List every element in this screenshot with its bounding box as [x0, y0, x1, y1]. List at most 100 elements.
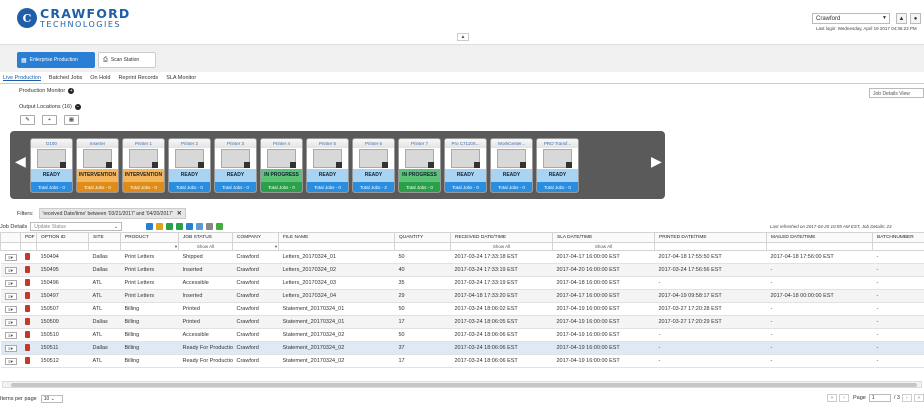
reload-icon[interactable]	[216, 223, 223, 230]
table-row[interactable]: ≡▾ 150496 ATL Print Letters Accessible Crawfo…	[0, 276, 924, 290]
row-menu-cell[interactable]: ≡▾	[0, 315, 21, 329]
collapse-circle-icon[interactable]: −	[74, 104, 81, 110]
row-menu-icon[interactable]: ≡▾	[4, 305, 17, 313]
column-filter[interactable]: Show All	[450, 242, 553, 251]
row-menu-icon[interactable]: ≡▾	[4, 279, 17, 287]
carousel-next-icon[interactable]: ▶	[651, 153, 662, 170]
row-menu-icon[interactable]: ≡▾	[4, 266, 17, 274]
column-header[interactable]: JOB STATUS	[178, 232, 233, 243]
add-circle-icon[interactable]: +	[68, 88, 75, 94]
location-card[interactable]: Pro C7110X... READY Total Jobs - 0	[444, 138, 487, 193]
add-icon[interactable]: +	[42, 115, 57, 125]
row-menu-cell[interactable]: ≡▾	[0, 354, 21, 368]
pdf-cell[interactable]	[20, 315, 37, 329]
location-card[interactable]: Printer 1 INTERVENTION Total Jobs - 0	[122, 138, 165, 193]
subnav-live-production[interactable]: Live Production	[3, 75, 41, 81]
column-header[interactable]: COMPANY	[232, 232, 279, 243]
subnav-reprint-records[interactable]: Reprint Records	[118, 75, 158, 81]
row-menu-icon[interactable]: ≡▾	[4, 292, 17, 300]
location-card[interactable]: WorkCenter... READY Total Jobs - 0	[490, 138, 533, 193]
column-header[interactable]: SLA DATE/TIME	[552, 232, 655, 243]
columns-icon[interactable]	[186, 223, 193, 230]
horizontal-scrollbar[interactable]	[2, 381, 922, 388]
user-select[interactable]: Crawford ▼	[812, 13, 890, 24]
column-header[interactable]: SITE	[88, 232, 121, 243]
subnav-sla-monitor[interactable]: SLA Monitor	[166, 75, 196, 81]
print-icon[interactable]	[196, 223, 203, 230]
column-filter[interactable]	[88, 242, 121, 251]
row-menu-cell[interactable]: ≡▾	[0, 250, 21, 264]
filter-icon[interactable]	[156, 223, 163, 230]
column-filter[interactable]	[654, 242, 767, 251]
column-header[interactable]: RECEIVED DATE/TIME	[450, 232, 553, 243]
table-row[interactable]: ≡▾ 150507 ATL Billing Printed Crawford Stateme…	[0, 302, 924, 316]
column-filter[interactable]: Show All	[552, 242, 655, 251]
column-filter[interactable]	[278, 242, 395, 251]
table-row[interactable]: ≡▾ 150510 ATL Billing Accessible Crawford Stat…	[0, 328, 924, 342]
row-menu-icon[interactable]: ≡▾	[4, 357, 17, 365]
pdf-cell[interactable]	[20, 341, 37, 355]
pdf-cell[interactable]	[20, 276, 37, 290]
column-filter[interactable]	[36, 242, 89, 251]
column-header[interactable]: FILE NAME	[278, 232, 395, 243]
table-row[interactable]: ≡▾ 150511 Dallas Billing Ready For Productio…	[0, 341, 924, 355]
pdf-cell[interactable]	[20, 263, 37, 277]
refresh-icon[interactable]	[206, 223, 213, 230]
location-card[interactable]: PRO Transf... READY Total Jobs - 0	[536, 138, 579, 193]
pdf-icon[interactable]	[24, 330, 30, 338]
pdf-icon[interactable]	[24, 343, 30, 351]
table-row[interactable]: ≡▾ 150512 ATL Billing Ready For Production Cr…	[0, 354, 924, 368]
pdf-icon[interactable]	[24, 304, 30, 312]
column-filter[interactable]: ▼	[120, 242, 179, 251]
column-filter[interactable]	[872, 242, 924, 251]
table-row[interactable]: ≡▾ 150497 ATL Print Letters Inserted Crawford…	[0, 289, 924, 303]
last-page-icon[interactable]: »	[914, 394, 924, 402]
row-menu-cell[interactable]: ≡▾	[0, 289, 21, 303]
pdf-cell[interactable]	[20, 328, 37, 342]
row-menu-icon[interactable]: ≡▾	[4, 331, 17, 339]
page-input[interactable]: 1	[868, 394, 891, 402]
close-icon[interactable]: ✕	[177, 210, 182, 217]
collapse-header-button[interactable]: ▲	[457, 33, 469, 41]
update-status-select[interactable]: Update Status ⌄	[30, 222, 123, 231]
grid-settings-icon[interactable]	[146, 223, 153, 230]
row-menu-cell[interactable]: ≡▾	[0, 341, 21, 355]
pdf-icon[interactable]	[24, 317, 30, 325]
column-header[interactable]: QUANTITY	[394, 232, 451, 243]
pdf-icon[interactable]	[24, 252, 30, 260]
column-header[interactable]	[0, 232, 21, 243]
row-menu-cell[interactable]: ≡▾	[0, 328, 21, 342]
table-row[interactable]: ≡▾ 150509 Dallas Billing Printed Crawford Stat…	[0, 315, 924, 329]
location-card[interactable]: Printer 7 IN PROGRESS Total Jobs - 0	[398, 138, 441, 193]
pdf-icon[interactable]	[24, 356, 30, 364]
column-filter[interactable]	[0, 242, 21, 251]
pdf-cell[interactable]	[20, 302, 37, 316]
items-per-page-select[interactable]: 10 ⌄	[40, 394, 63, 403]
pdf-cell[interactable]	[20, 250, 37, 264]
alert-icon[interactable]: ▲	[896, 13, 907, 24]
location-card[interactable]: Printer 6 READY Total Jobs - 2	[352, 138, 395, 193]
user-icon[interactable]: ●	[910, 13, 921, 24]
table-row[interactable]: ≡▾ 150495 Dallas Print Letters Inserted Crawf…	[0, 263, 924, 277]
table-row[interactable]: ≡▾ 150494 Dallas Print Letters Shipped Crawfo…	[0, 250, 924, 264]
first-page-icon[interactable]: «	[827, 394, 838, 402]
next-page-icon[interactable]: ›	[902, 394, 912, 402]
column-filter[interactable]	[766, 242, 873, 251]
location-card[interactable]: Printer 3 READY Total Jobs - 0	[214, 138, 257, 193]
column-filter[interactable]	[394, 242, 451, 251]
pdf-icon[interactable]	[24, 291, 30, 299]
csv-export-icon[interactable]	[176, 223, 183, 230]
calendar-icon[interactable]: ▦	[64, 115, 79, 125]
edit-icon[interactable]: ✎	[20, 115, 35, 125]
row-menu-cell[interactable]: ≡▾	[0, 302, 21, 316]
column-filter[interactable]: ▼	[232, 242, 279, 251]
location-card[interactable]: Printer 2 READY Total Jobs - 0	[168, 138, 211, 193]
column-filter[interactable]: Show All	[178, 242, 233, 251]
column-header[interactable]: MAILED DATE/TIME	[766, 232, 873, 243]
column-filter[interactable]	[20, 242, 37, 251]
tab-enterprise-production[interactable]: ▦ Enterprise Production	[17, 52, 95, 68]
location-card[interactable]: Printer 5 READY Total Jobs - 0	[306, 138, 349, 193]
subnav-batched-jobs[interactable]: Batched Jobs	[49, 75, 82, 81]
row-menu-icon[interactable]: ≡▾	[4, 318, 17, 326]
pdf-icon[interactable]	[24, 265, 30, 273]
